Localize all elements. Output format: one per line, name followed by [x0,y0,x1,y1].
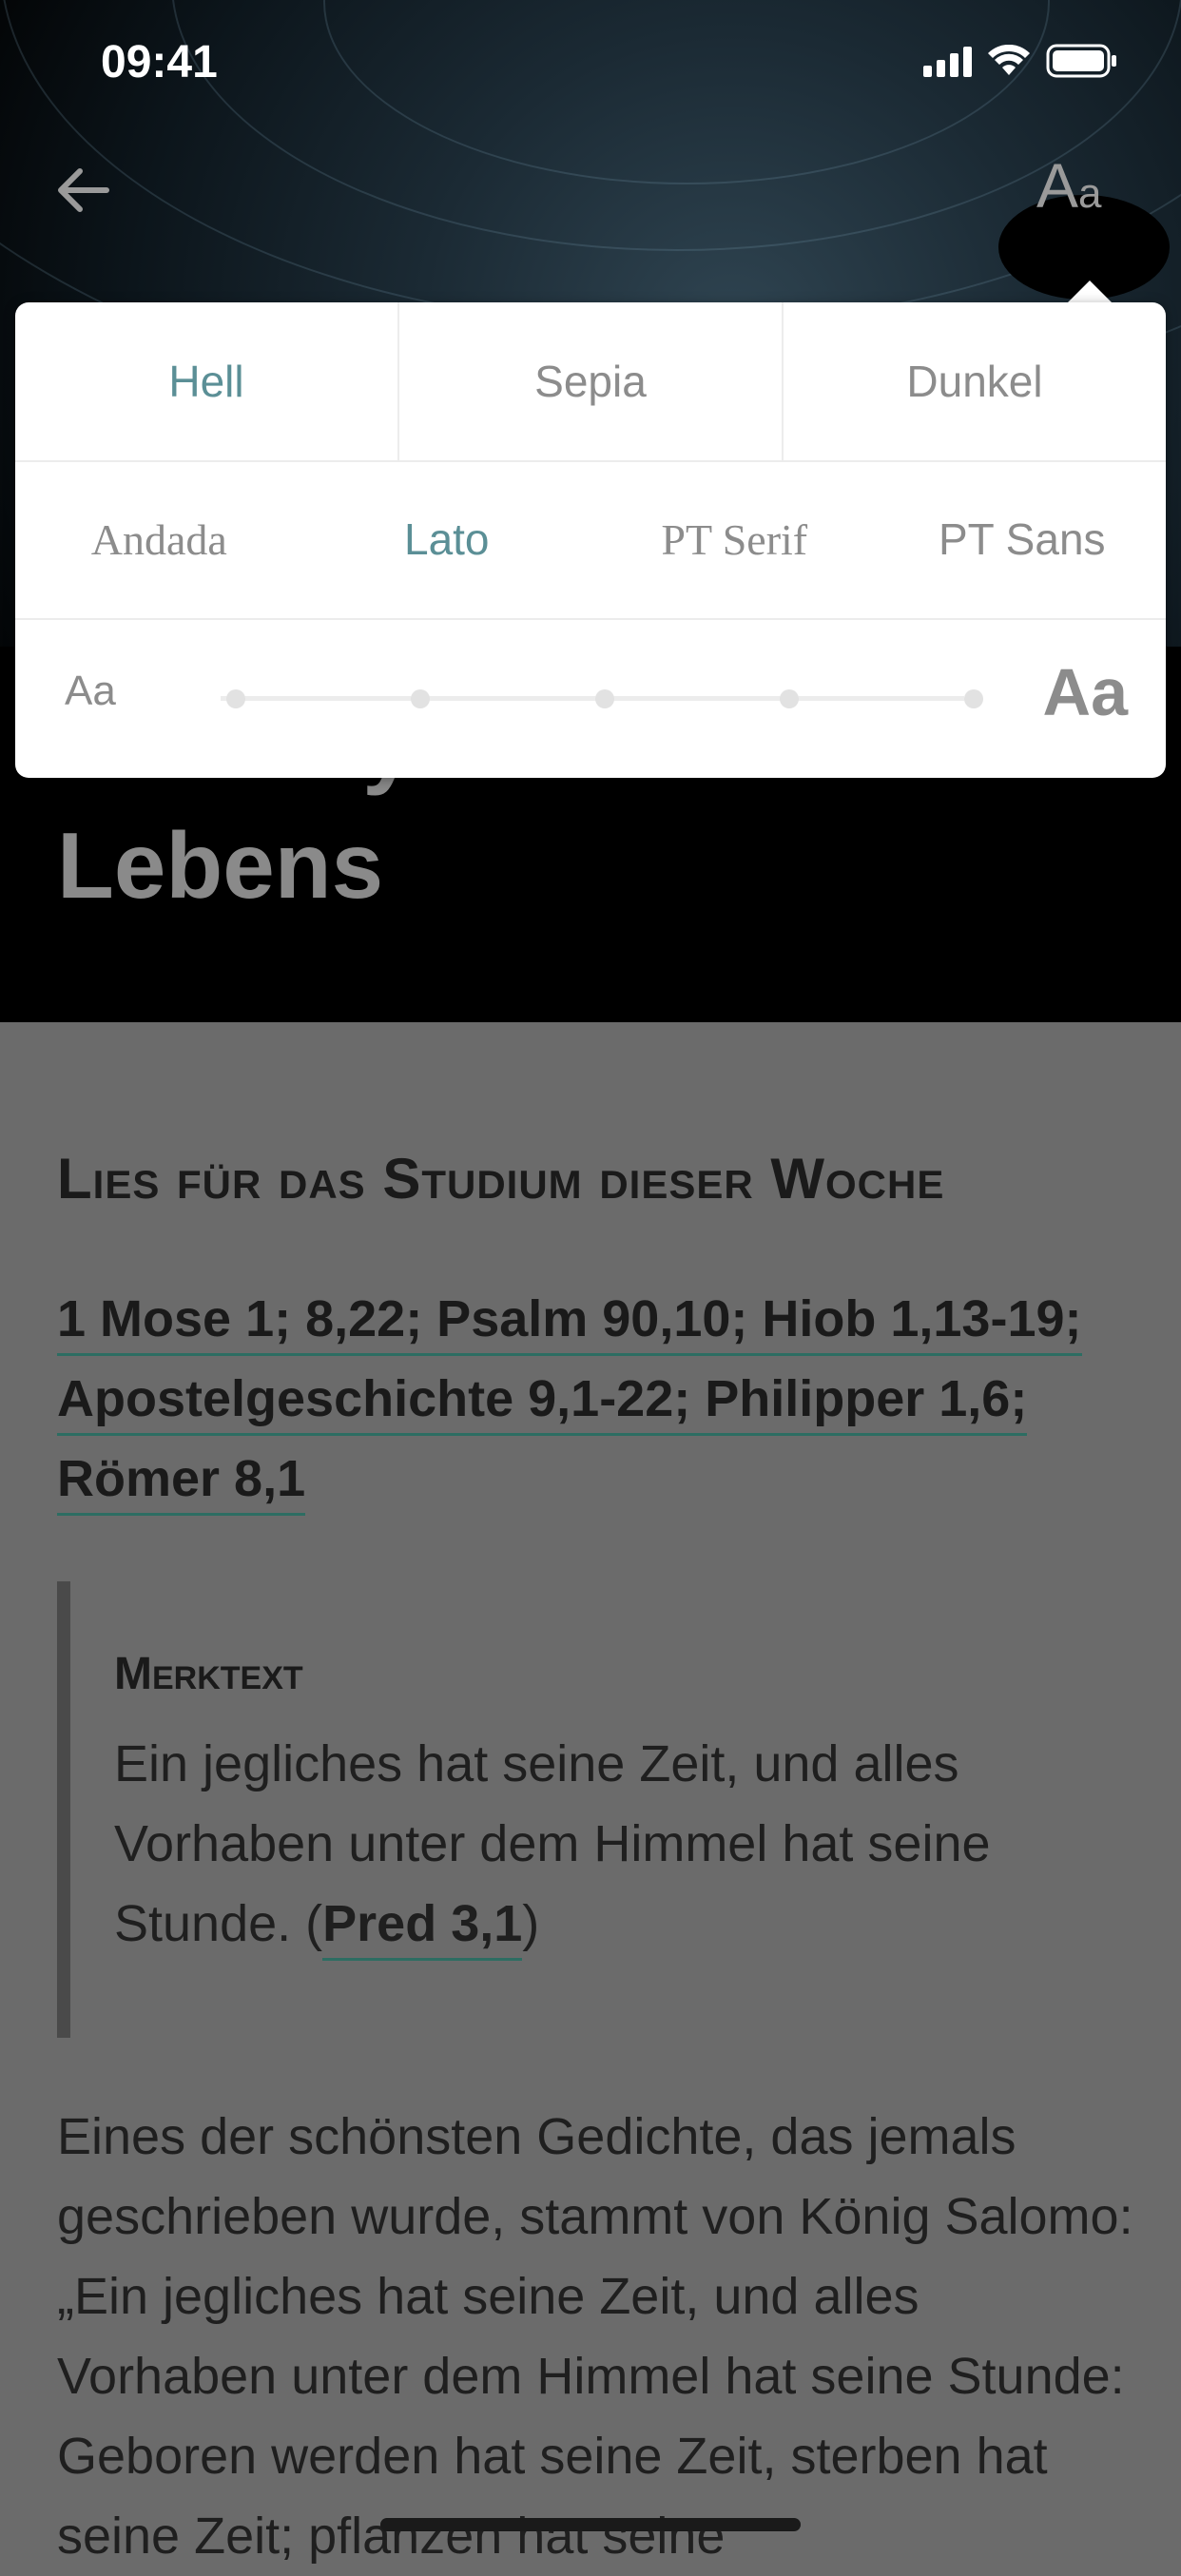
arrow-left-icon [58,168,109,212]
font-size-large-label: Aa [1042,655,1128,729]
bible-reference-link[interactable]: 1 Mose 1; 8,22; Psalm 90,10; Hiob 1,13-1… [57,1290,1082,1356]
memory-verse-text: Ein jegliches hat seine Zeit, und alles … [114,1724,1103,1964]
status-time: 09:41 [101,37,218,87]
font-option-lato[interactable]: Lato [303,460,591,618]
lesson-content: Lies für das Studium dieser Woche 1 Mose… [0,1022,1181,2565]
font-size-selector: Aa Aa [15,620,1166,778]
font-size-slider[interactable] [221,696,964,701]
font-size-step[interactable] [964,689,983,708]
font-size-step[interactable] [226,689,245,708]
font-option-pt-serif[interactable]: PT Serif [590,460,879,618]
battery-icon [1046,44,1116,78]
font-size-step[interactable] [595,689,614,708]
font-size-step[interactable] [411,689,430,708]
bible-reference-link[interactable]: Apostelgeschichte 9,1-22; Philipper 1,6; [57,1370,1028,1436]
font-option-pt-sans[interactable]: PT Sans [879,460,1167,618]
theme-option-sepia[interactable]: Sepia [399,302,784,460]
font-option-andada[interactable]: Andada [15,460,303,618]
font-size-small-label: Aa [65,668,116,714]
signal-icon [923,45,972,77]
lesson-title-line2: Lebens [57,813,384,918]
theme-option-dunkel[interactable]: Dunkel [784,302,1166,460]
theme-option-hell[interactable]: Hell [15,302,399,460]
memory-verse-title: Merktext [114,1649,303,1699]
memory-verse-box: Merktext Ein jegliches hat seine Zeit, u… [57,1581,1135,2038]
reading-settings-popover: Hell Sepia Dunkel Andada Lato PT Serif P… [15,302,1166,778]
bible-reference-link[interactable]: Römer 8,1 [57,1450,306,1516]
memory-verse-close: ) [522,1895,540,1952]
wifi-icon [988,45,1030,75]
bible-references: 1 Mose 1; 8,22; Psalm 90,10; Hiob 1,13-1… [57,1279,1132,1519]
back-button[interactable] [46,152,122,228]
theme-selector: Hell Sepia Dunkel [15,302,1166,462]
status-icons [923,44,1118,78]
home-indicator[interactable] [380,2518,801,2531]
popover-caret [1067,281,1113,303]
memory-verse-body: Ein jegliches hat seine Zeit, und alles … [114,1735,991,1952]
memory-verse-reference-link[interactable]: Pred 3,1 [322,1895,523,1961]
font-size-step[interactable] [780,689,799,708]
section-heading: Lies für das Studium dieser Woche [57,1147,945,1211]
font-settings-button[interactable]: Aa [1036,143,1141,228]
lesson-body-text: Eines der schönsten Gedichte, das jemals… [57,2108,1133,2565]
font-selector: Andada Lato PT Serif PT Sans [15,460,1166,620]
